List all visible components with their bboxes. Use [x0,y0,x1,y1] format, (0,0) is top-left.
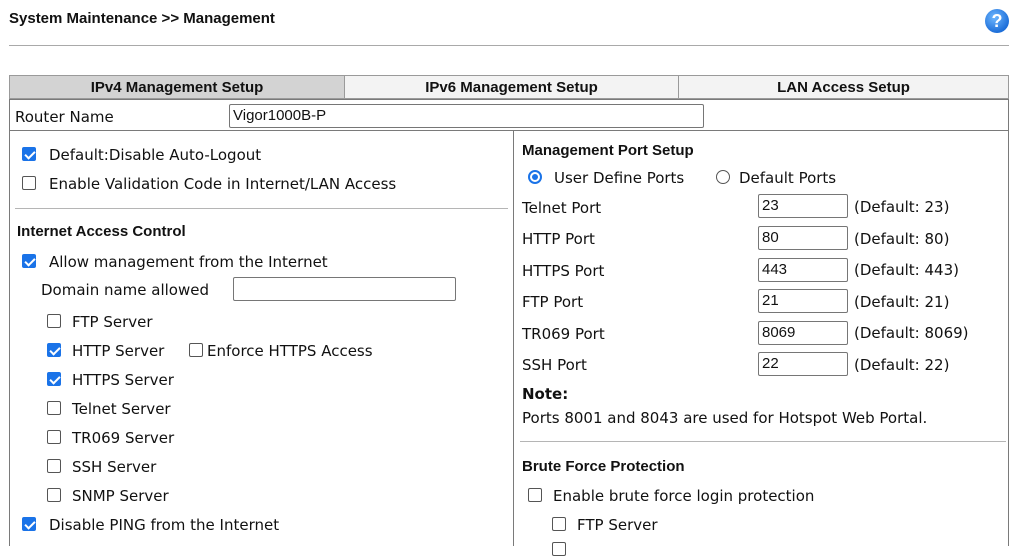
default-ports-radio[interactable] [716,170,730,184]
ssh-port-label: SSH Port [522,356,587,374]
tr069-server-checkbox[interactable] [47,430,61,444]
tr069-port-input[interactable]: 8069 [758,321,848,345]
header-divider [9,45,1009,46]
right-section-divider [520,441,1006,442]
tr069-port-default: (Default: 8069) [854,324,969,342]
help-icon[interactable]: ? [985,9,1009,33]
allow-management-checkbox[interactable] [22,254,36,268]
ssh-server-checkbox[interactable] [47,459,61,473]
brute-force-ftp-label: FTP Server [577,516,658,534]
brute-force-protection-title: Brute Force Protection [522,458,685,475]
ssh-port-input[interactable]: 22 [758,352,848,376]
validation-code-label: Enable Validation Code in Internet/LAN A… [49,175,397,193]
ftp-port-label: FTP Port [522,293,584,311]
telnet-port-default: (Default: 23) [854,198,950,216]
disable-ping-checkbox[interactable] [22,517,36,531]
telnet-port-input[interactable]: 23 [758,194,848,218]
settings-panel [9,99,1009,546]
default-ports-label: Default Ports [739,169,837,187]
disable-ping-label: Disable PING from the Internet [49,516,280,534]
allow-management-label: Allow management from the Internet [49,253,328,271]
management-port-setup-title: Management Port Setup [522,142,694,159]
http-port-default: (Default: 80) [854,230,950,248]
column-divider [513,131,514,546]
tr069-server-label: TR069 Server [72,429,175,447]
router-name-input[interactable]: Vigor1000B-P [229,104,704,128]
note-title: Note: [522,385,569,403]
note-text: Ports 8001 and 8043 are used for Hotspot… [522,409,928,427]
brute-force-ftp-checkbox[interactable] [552,517,566,531]
auto-logout-checkbox[interactable] [22,147,36,161]
ftp-server-label: FTP Server [72,313,153,331]
left-section-divider [15,208,508,209]
ssh-port-default: (Default: 22) [854,356,950,374]
telnet-server-label: Telnet Server [72,400,171,418]
https-port-default: (Default: 443) [854,261,959,279]
enforce-https-checkbox[interactable] [189,343,203,357]
domain-name-input[interactable] [233,277,456,301]
telnet-port-label: Telnet Port [522,199,602,217]
enforce-https-label: Enforce HTTPS Access [207,342,373,360]
http-port-label: HTTP Port [522,230,595,248]
user-define-ports-label: User Define Ports [554,169,685,187]
validation-code-checkbox[interactable] [22,176,36,190]
http-server-label: HTTP Server [72,342,165,360]
tr069-port-label: TR069 Port [522,325,605,343]
https-port-input[interactable]: 443 [758,258,848,282]
page-title: System Maintenance >> Management [9,10,275,27]
ftp-port-input[interactable]: 21 [758,289,848,313]
ssh-server-label: SSH Server [72,458,157,476]
http-server-checkbox[interactable] [47,343,61,357]
ftp-port-default: (Default: 21) [854,293,950,311]
snmp-server-label: SNMP Server [72,487,169,505]
ftp-server-checkbox[interactable] [47,314,61,328]
https-server-label: HTTPS Server [72,371,174,389]
https-server-checkbox[interactable] [47,372,61,386]
router-name-label: Router Name [15,108,114,126]
tab-ipv4-management-setup[interactable]: IPv4 Management Setup [9,75,345,99]
brute-force-next-checkbox[interactable] [552,542,566,556]
domain-name-label: Domain name allowed [41,281,210,299]
user-define-ports-radio[interactable] [528,170,542,184]
brute-force-enable-checkbox[interactable] [528,488,542,502]
snmp-server-checkbox[interactable] [47,488,61,502]
tab-lan-access-setup[interactable]: LAN Access Setup [678,75,1009,99]
brute-force-enable-label: Enable brute force login protection [553,487,815,505]
http-port-input[interactable]: 80 [758,226,848,250]
internet-access-control-title: Internet Access Control [17,223,186,240]
tab-ipv6-management-setup[interactable]: IPv6 Management Setup [344,75,679,99]
auto-logout-label: Default:Disable Auto-Logout [49,146,262,164]
https-port-label: HTTPS Port [522,262,605,280]
telnet-server-checkbox[interactable] [47,401,61,415]
